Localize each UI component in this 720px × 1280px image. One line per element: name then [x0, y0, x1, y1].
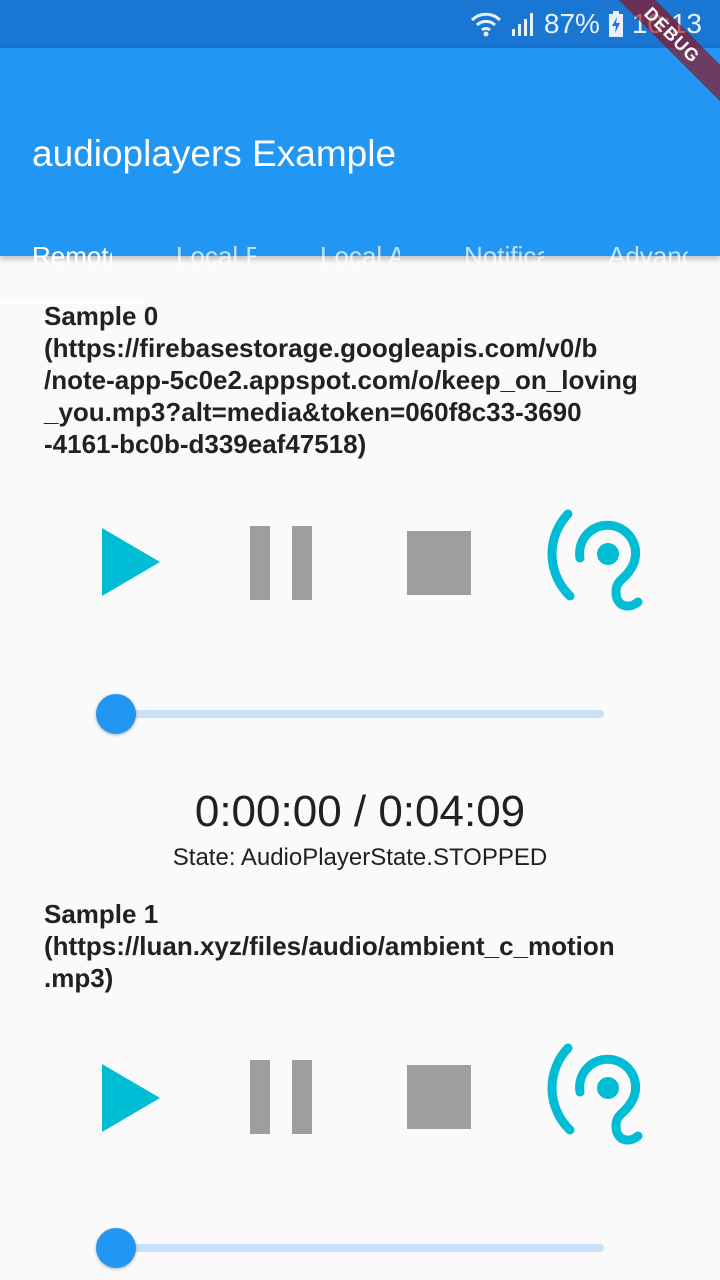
battery-percent: 87%: [543, 8, 600, 39]
wifi-icon: [470, 11, 502, 37]
app-title: audioplayers Example: [32, 133, 397, 174]
tab-content: Sample 0 (https://firebasestorage.google…: [0, 256, 720, 1280]
play-button[interactable]: [96, 522, 166, 602]
earpiece-button[interactable]: [546, 506, 646, 616]
app-bar: audioplayers Example Remote URL Local Fi…: [0, 48, 720, 304]
signal-icon: [510, 11, 536, 37]
stop-icon: [407, 1065, 471, 1129]
pause-icon: [250, 1060, 312, 1134]
sample-title: Sample 0 (https://firebasestorage.google…: [44, 301, 638, 459]
earpiece-button[interactable]: [546, 1040, 646, 1150]
time-display: 0:00:00 / 0:04:09: [194, 787, 526, 836]
position-slider-track[interactable]: [116, 1244, 604, 1252]
battery-charging-icon: [608, 11, 624, 37]
hearing-icon: [547, 1043, 643, 1145]
sample-card: Sample 1 (https://luan.xyz/files/audio/a…: [0, 896, 720, 1280]
stop-button[interactable]: [406, 530, 472, 596]
hearing-icon: [547, 509, 643, 611]
sample-title: Sample 1 (https://luan.xyz/files/audio/a…: [44, 899, 615, 993]
stop-icon: [407, 531, 471, 595]
status-bar: 87% 10:13: [0, 0, 720, 48]
pause-icon: [250, 526, 312, 600]
play-icon: [102, 1064, 160, 1132]
sample-card: Sample 0 (https://firebasestorage.google…: [0, 256, 720, 896]
pause-button[interactable]: [248, 1060, 314, 1134]
play-button[interactable]: [96, 1058, 166, 1138]
stop-button[interactable]: [406, 1064, 472, 1130]
position-slider-thumb[interactable]: [96, 694, 136, 734]
play-icon: [102, 528, 160, 596]
position-slider-thumb[interactable]: [96, 1228, 136, 1268]
position-slider-track[interactable]: [116, 710, 604, 718]
player-state: State: AudioPlayerState.STOPPED: [172, 844, 548, 871]
pause-button[interactable]: [248, 526, 314, 600]
